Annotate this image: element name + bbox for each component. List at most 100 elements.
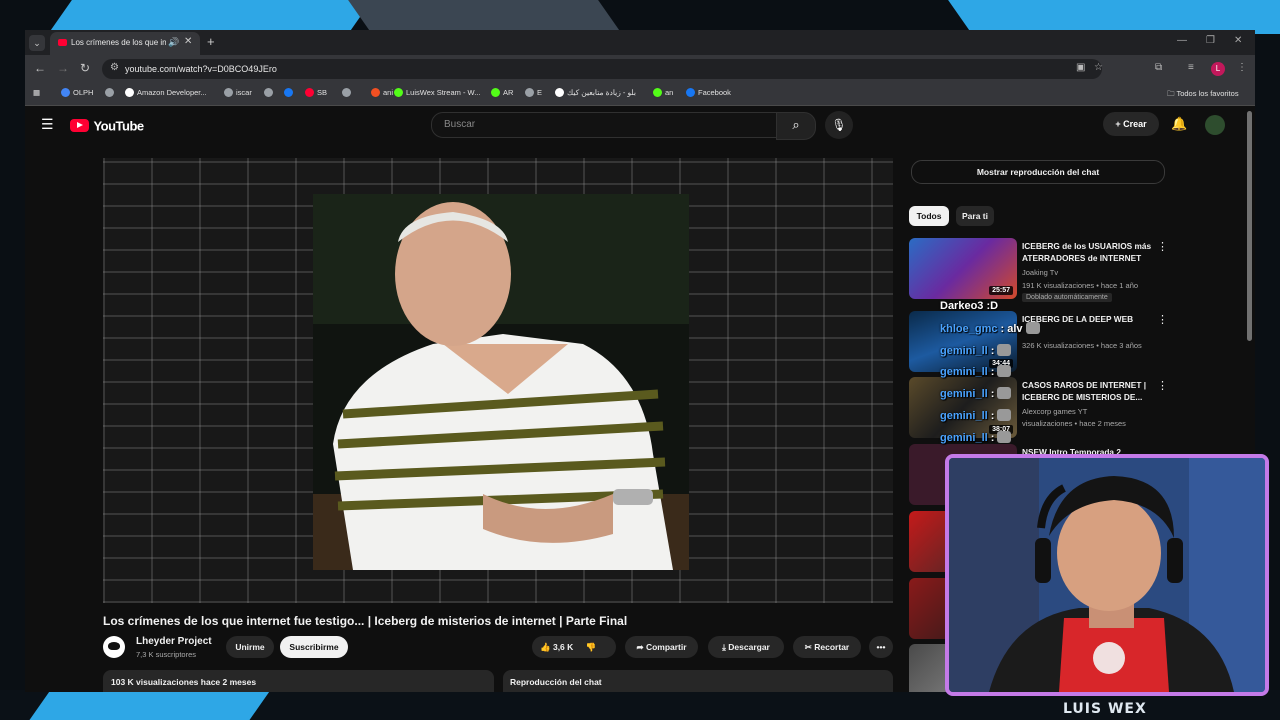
video-thumbnail[interactable]: 34:44 — [909, 311, 1017, 372]
recommended-video[interactable]: 34:44 ICEBERG DE LA DEEP WEB 326 K visua… — [909, 311, 1231, 373]
channel-avatar[interactable] — [103, 636, 125, 658]
download-button[interactable]: ⤓ Descargar — [708, 636, 784, 658]
close-window-button[interactable]: ✕ — [1234, 35, 1242, 46]
scissors-icon: ✂ — [804, 642, 812, 652]
apps-grid-icon[interactable]: ▦ — [33, 88, 40, 97]
back-icon[interactable]: ← — [34, 61, 46, 75]
forward-icon[interactable]: → — [57, 61, 69, 75]
like-thumb-icon[interactable]: 👍 — [540, 642, 551, 652]
recommended-title[interactable]: ICEBERG DE LA DEEP WEB — [1022, 313, 1162, 325]
reload-icon[interactable]: ↻ — [80, 61, 90, 75]
recommended-channel[interactable]: Joaking Tv — [1022, 268, 1058, 277]
voice-search-button[interactable]: 🎙 — [825, 111, 853, 139]
youtube-favicon-icon — [58, 39, 67, 46]
all-bookmarks-folder[interactable]: 🗀 Todos los favoritos — [1167, 88, 1239, 101]
show-chat-replay-button[interactable]: Mostrar reproducción del chat — [911, 160, 1165, 184]
url-text[interactable]: youtube.com/watch?v=D0BCO49JEro — [125, 64, 277, 74]
join-button[interactable]: Unirme — [226, 636, 274, 658]
hamburger-menu-icon[interactable]: ☰ — [41, 116, 54, 133]
recommended-meta: visualizaciones • hace 2 meses — [1022, 419, 1126, 428]
bookmark-label: E — [537, 88, 543, 97]
bookmark-label: Amazon Developer... — [137, 88, 207, 97]
maximize-button[interactable]: ❐ — [1206, 35, 1215, 46]
channel-name[interactable]: Lheyder Project — [136, 636, 212, 647]
search-icon: ⌕ — [792, 117, 800, 132]
download-icon: ⤓ — [722, 642, 726, 652]
profile-avatar[interactable]: L — [1211, 62, 1225, 76]
bookmark-label: Facebook — [698, 88, 731, 97]
site-info-icon[interactable]: ⚙ — [110, 62, 119, 73]
dislike-thumb-icon[interactable]: 👎 — [586, 642, 597, 652]
bookmark-item[interactable]: LuisWex Stream - W... — [394, 88, 480, 97]
search-button[interactable]: ⌕ — [776, 112, 816, 140]
bookmark-item[interactable] — [342, 88, 354, 97]
more-options-icon[interactable]: ⋮ — [1157, 313, 1168, 326]
create-button[interactable]: + Crear — [1103, 112, 1159, 136]
chat-text: : alv — [1000, 323, 1023, 335]
recommended-channel[interactable]: Alexcorp games YT — [1022, 407, 1087, 416]
bookmark-item[interactable]: Amazon Developer... — [125, 88, 207, 97]
chat-username: gemini_ll — [940, 366, 988, 378]
share-button[interactable]: ➦ Compartir — [625, 636, 698, 658]
chat-username: khloe_gmc — [940, 323, 998, 335]
minimize-button[interactable]: — — [1177, 35, 1187, 46]
recommended-video[interactable]: 25:57 ICEBERG de los USUARIOS más ATERRA… — [909, 238, 1231, 302]
subscribe-button[interactable]: Suscribirme — [280, 636, 348, 658]
bookmark-item[interactable]: E — [525, 88, 542, 97]
bookmark-item[interactable]: ani — [371, 88, 393, 97]
recommended-title[interactable]: CASOS RAROS DE INTERNET | ICEBERG DE MIS… — [1022, 379, 1162, 403]
more-actions-button[interactable]: ••• — [869, 636, 893, 658]
chip-todos[interactable]: Todos — [909, 206, 949, 226]
new-tab-button[interactable]: + — [207, 34, 215, 49]
media-control-icon[interactable]: ≡ — [1188, 62, 1194, 73]
like-dislike-group: 👍 3,6 K 👎 — [532, 636, 616, 658]
description-box[interactable]: 103 K visualizaciones hace 2 meses — [103, 670, 494, 692]
chip-para-ti[interactable]: Para ti — [956, 206, 994, 226]
video-thumbnail[interactable]: 25:57 — [909, 238, 1017, 299]
kick-icon — [653, 88, 662, 97]
more-options-icon[interactable]: ⋮ — [1157, 240, 1168, 253]
tab-search-button[interactable]: ⌄ — [29, 35, 45, 51]
bookmark-label: بلو - زيادة متابعين كيك — [567, 88, 636, 97]
account-avatar[interactable] — [1205, 115, 1225, 135]
youtube-logo[interactable]: YouTube — [70, 117, 144, 135]
bookmark-item[interactable]: Facebook — [686, 88, 731, 97]
more-options-icon[interactable]: ⋮ — [1157, 379, 1168, 392]
create-label: Crear — [1123, 119, 1147, 129]
bookmark-item[interactable]: iscar — [224, 88, 252, 97]
omnibox[interactable]: ⚙ youtube.com/watch?v=D0BCO49JEro ▣ ☆ — [102, 59, 1103, 79]
bookmark-item[interactable]: OLPH — [61, 88, 93, 97]
chat-replay-box[interactable]: Reproducción del chat — [503, 670, 893, 692]
bookmark-label: an — [665, 88, 674, 97]
bookmark-item[interactable] — [264, 88, 276, 97]
bookmark-item[interactable]: بلو - زيادة متابعين كيك — [555, 88, 636, 97]
youtube-icon — [305, 88, 314, 97]
more-menu-icon[interactable]: ⋮ — [1237, 62, 1247, 73]
chat-emote-icon — [997, 387, 1012, 399]
notifications-bell-icon[interactable]: 🔔 — [1171, 116, 1187, 132]
download-label: Descargar — [728, 642, 770, 652]
bookmark-item[interactable]: AR — [491, 88, 513, 97]
speaker-icon[interactable]: 🔊 — [168, 37, 179, 48]
globe-icon — [342, 88, 351, 97]
extensions-icon[interactable]: ⧉ — [1155, 62, 1162, 73]
stream-decor-shape — [48, 0, 372, 34]
bookmark-item[interactable] — [105, 88, 117, 97]
bookmark-item[interactable]: SB — [305, 88, 327, 97]
browser-tab[interactable]: Los crímenes de los que inte 🔊 ✕ — [50, 32, 200, 55]
bookmark-label: LuisWex Stream - W... — [406, 88, 481, 97]
search-input[interactable] — [442, 118, 766, 131]
stream-decor-shape — [348, 0, 622, 34]
video-frame-photo — [313, 194, 689, 570]
clip-button[interactable]: ✂ Recortar — [793, 636, 861, 658]
close-tab-icon[interactable]: ✕ — [184, 36, 192, 47]
video-player[interactable] — [103, 158, 893, 603]
bookmark-item[interactable] — [284, 88, 296, 97]
recommended-title[interactable]: ICEBERG de los USUARIOS más ATERRADORES … — [1022, 240, 1162, 264]
bookmark-star-icon[interactable]: ☆ — [1094, 62, 1103, 73]
install-icon[interactable]: ▣ — [1076, 62, 1085, 73]
like-count[interactable]: 3,6 K — [553, 642, 573, 652]
bookmark-item[interactable]: an — [653, 88, 673, 97]
page-scrollbar[interactable] — [1247, 111, 1252, 341]
bookmark-label: ani — [383, 88, 394, 97]
